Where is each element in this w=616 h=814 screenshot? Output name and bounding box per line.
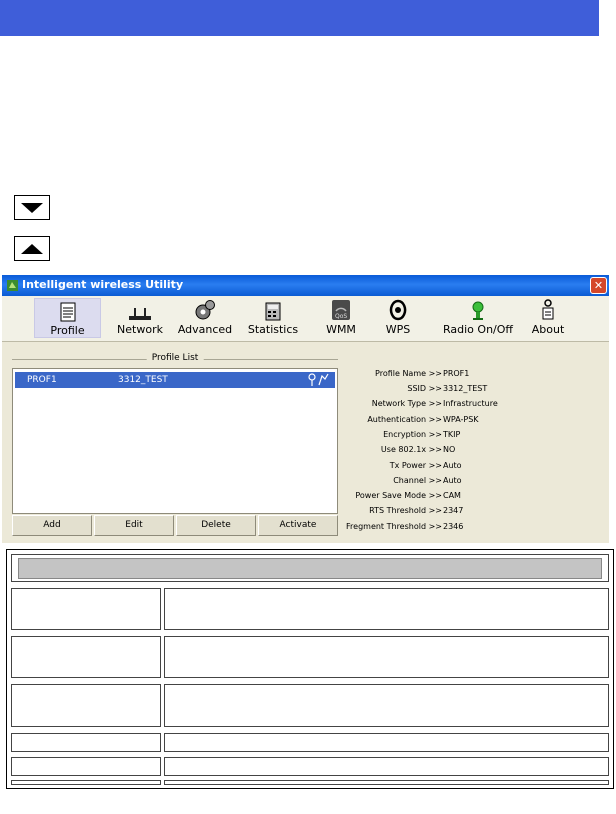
- profile-name-cell: PROF1: [27, 375, 57, 385]
- tab-about[interactable]: About: [527, 298, 569, 338]
- detail-label: Channel >>: [393, 476, 442, 485]
- profile-list-heading: Profile List: [12, 353, 338, 365]
- tab-about-label: About: [531, 323, 565, 336]
- detail-value: Infrastructure: [443, 399, 498, 408]
- collapse-up-button[interactable]: [14, 236, 50, 261]
- table-cell: [11, 757, 161, 776]
- tab-profile[interactable]: Profile: [34, 298, 101, 338]
- statistics-icon: [265, 302, 281, 321]
- detail-label: RTS Threshold >>: [369, 506, 442, 515]
- tab-wmm[interactable]: QoS WMM: [320, 298, 362, 338]
- utility-window: Intelligent wireless Utility ✕ Profile N…: [2, 275, 609, 543]
- profile-icon: [60, 302, 75, 322]
- delete-button[interactable]: Delete: [176, 515, 256, 536]
- table-cell: [11, 684, 161, 727]
- table-cell: [164, 636, 609, 678]
- arrow-down-icon: [21, 202, 43, 213]
- detail-value: NO: [443, 445, 456, 454]
- detail-value: 2347: [443, 506, 464, 515]
- tab-wmm-label: WMM: [326, 323, 356, 336]
- table-cell: [11, 780, 161, 785]
- table-cell: [164, 780, 609, 785]
- table-header-cell: [11, 554, 609, 582]
- description-table: [6, 549, 614, 789]
- close-icon: ✕: [593, 279, 604, 292]
- table-cell: [164, 588, 609, 630]
- detail-value: WPA-PSK: [443, 415, 479, 424]
- add-button[interactable]: Add: [12, 515, 92, 536]
- detail-value: Auto: [443, 476, 462, 485]
- tab-radio-on-off[interactable]: Radio On/Off: [440, 298, 516, 338]
- list-item[interactable]: PROF1 3312_TEST: [15, 372, 335, 388]
- tab-network[interactable]: Network: [110, 298, 170, 338]
- detail-label: Authentication >>: [367, 415, 442, 424]
- detail-label: Power Save Mode >>: [355, 491, 442, 500]
- radio-icon: [472, 301, 484, 320]
- wps-icon: [389, 299, 407, 321]
- tab-wps-label: WPS: [385, 323, 411, 336]
- activate-button[interactable]: Activate: [258, 515, 338, 536]
- tab-radio-label: Radio On/Off: [443, 323, 513, 336]
- profile-list-title: Profile List: [146, 353, 204, 363]
- tab-statistics[interactable]: Statistics: [245, 298, 301, 338]
- title-bar[interactable]: Intelligent wireless Utility ✕: [2, 275, 609, 296]
- active-connection-icon: [308, 373, 329, 386]
- detail-label: Network Type >>: [371, 399, 442, 408]
- table-cell: [164, 757, 609, 776]
- detail-label: Encryption >>: [383, 430, 442, 439]
- detail-value: PROF1: [443, 369, 470, 378]
- detail-value: 3312_TEST: [443, 384, 488, 393]
- toolbar: Profile Network Advanced Statistics QoS …: [2, 296, 609, 341]
- detail-value: CAM: [443, 491, 461, 500]
- svg-text:QoS: QoS: [335, 313, 347, 320]
- tab-wps[interactable]: WPS: [380, 298, 416, 338]
- detail-label: Tx Power >>: [389, 461, 442, 470]
- detail-label: Fregment Threshold >>: [346, 522, 442, 531]
- table-cell: [164, 684, 609, 727]
- edit-button[interactable]: Edit: [94, 515, 174, 536]
- profile-list[interactable]: PROF1 3312_TEST: [12, 368, 338, 514]
- table-cell: [164, 733, 609, 752]
- window-title: Intelligent wireless Utility: [22, 278, 184, 291]
- table-cell: [11, 733, 161, 752]
- tab-advanced[interactable]: Advanced: [174, 298, 236, 338]
- detail-value: Auto: [443, 461, 462, 470]
- header-bar: [0, 0, 599, 36]
- detail-label: SSID >>: [407, 384, 442, 393]
- table-header-bar: [18, 558, 602, 579]
- app-icon: [7, 280, 18, 291]
- advanced-icon: [195, 300, 215, 320]
- expand-down-button[interactable]: [14, 195, 50, 220]
- arrow-up-icon: [21, 243, 43, 254]
- tab-statistics-label: Statistics: [247, 323, 299, 336]
- network-icon: [129, 308, 151, 320]
- about-icon: [542, 299, 554, 320]
- detail-label: Profile Name >>: [375, 369, 442, 378]
- tab-advanced-label: Advanced: [177, 323, 233, 336]
- detail-value: TKIP: [443, 430, 461, 439]
- close-button[interactable]: ✕: [590, 277, 607, 294]
- table-cell: [11, 588, 161, 630]
- ssid-cell: 3312_TEST: [118, 375, 168, 385]
- detail-label: Use 802.1x >>: [380, 445, 442, 454]
- toolbar-divider: [2, 341, 609, 342]
- wmm-icon: QoS: [332, 300, 350, 320]
- tab-profile-label: Profile: [50, 324, 85, 337]
- tab-network-label: Network: [117, 323, 163, 336]
- table-cell: [11, 636, 161, 678]
- detail-value: 2346: [443, 522, 464, 531]
